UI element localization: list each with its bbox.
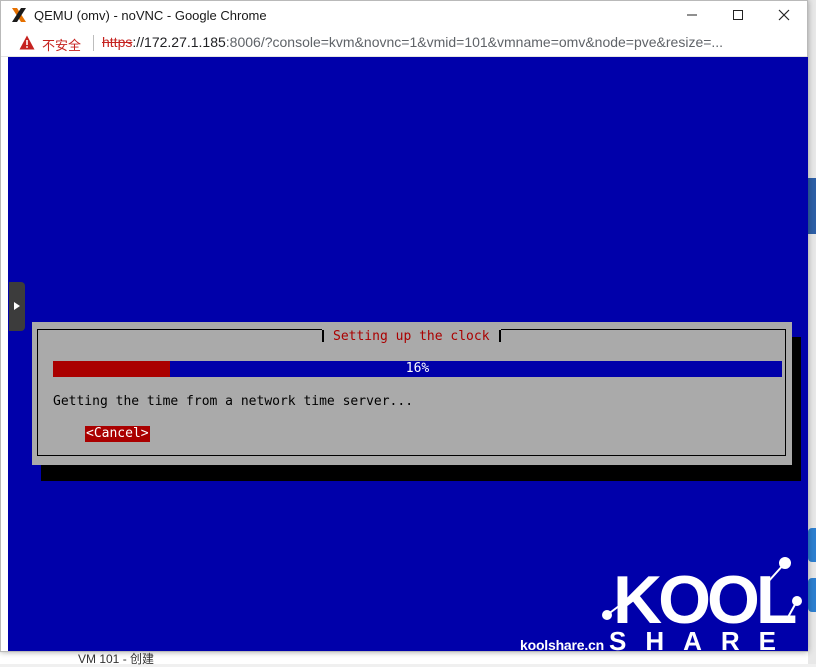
watermark-site: koolshare.cn — [520, 637, 604, 653]
installer-dialog: Setting up the clock 16% Getting the tim… — [32, 322, 792, 465]
progress-percent: 16% — [405, 361, 430, 376]
window-title: QEMU (omv) - noVNC - Google Chrome — [34, 8, 267, 23]
browser-popup-window: QEMU (omv) - noVNC - Google Chrome 不安全 h… — [0, 0, 808, 653]
security-status-label[interactable]: 不安全 — [42, 35, 81, 54]
url-scheme: https — [102, 34, 133, 50]
title-bar[interactable]: QEMU (omv) - noVNC - Google Chrome — [1, 1, 807, 29]
minimize-button[interactable] — [669, 1, 715, 29]
warning-triangle-icon — [19, 35, 35, 50]
dialog-title: Setting up the clock — [333, 328, 490, 344]
background-app-panel — [808, 178, 816, 234]
background-app-button[interactable] — [808, 528, 816, 562]
maximize-button[interactable] — [715, 1, 761, 29]
title-edge-right — [498, 330, 501, 342]
proxmox-x-icon — [12, 8, 26, 22]
close-button[interactable] — [761, 1, 807, 29]
novnc-sidebar-handle[interactable] — [9, 282, 25, 331]
address-bar[interactable]: 不安全 https://172.27.1.185:8006/?console=k… — [1, 29, 807, 57]
url-path: :8006/?console=kvm&novnc=1&vmid=101&vmna… — [225, 34, 724, 50]
cancel-button[interactable]: <Cancel> — [85, 426, 150, 442]
close-icon — [778, 9, 790, 21]
dialog-frame: Setting up the clock 16% Getting the tim… — [37, 328, 786, 456]
background-app-task-text: VM 101 - 创建 — [78, 652, 155, 666]
minimize-icon — [687, 14, 697, 16]
background-app-button[interactable] — [808, 578, 816, 612]
progress-bar: 16% — [53, 361, 782, 377]
url-text[interactable]: https://172.27.1.185:8006/?console=kvm&n… — [102, 34, 802, 50]
url-host: ://172.27.1.185 — [132, 34, 226, 50]
status-message: Getting the time from a network time ser… — [53, 394, 414, 409]
logo-share-text: SHARE — [609, 626, 795, 653]
address-separator — [93, 35, 94, 51]
maximize-icon — [733, 10, 743, 20]
chevron-right-icon — [14, 302, 20, 310]
koolshare-logo: KOOL SHARE — [602, 557, 802, 653]
dialog-title-box: Setting up the clock — [322, 328, 501, 344]
background-app-edge — [808, 0, 816, 664]
